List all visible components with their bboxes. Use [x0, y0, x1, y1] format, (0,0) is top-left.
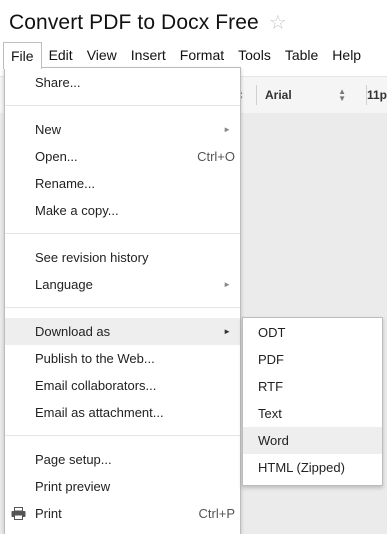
menu-tools[interactable]: Tools: [231, 42, 278, 68]
menu-table[interactable]: Table: [278, 42, 325, 68]
download-option-word[interactable]: Word: [243, 427, 382, 454]
submenu-arrow-icon: ►: [223, 327, 231, 336]
download-option-html-zipped[interactable]: HTML (Zipped): [243, 454, 382, 481]
menu-item-label: Rename...: [35, 176, 95, 191]
submenu-item-label: RTF: [258, 379, 284, 394]
font-size-value: 11pt: [367, 88, 387, 102]
arrow-down-icon: ▼: [338, 94, 346, 103]
menu-item-label: Make a copy...: [35, 203, 119, 218]
menu-item-page-setup[interactable]: Page setup...: [5, 446, 240, 473]
submenu-item-label: Word: [258, 433, 289, 448]
menu-item-label: Page setup...: [35, 452, 112, 467]
submenu-item-label: ODT: [258, 325, 286, 340]
submenu-arrow-icon: ►: [223, 125, 231, 134]
download-option-pdf[interactable]: PDF: [243, 346, 382, 373]
menu-item-label: Print: [35, 506, 62, 521]
star-icon[interactable]: ☆: [269, 13, 287, 33]
menu-item-label: Print preview: [35, 479, 111, 494]
font-size-select[interactable]: 11pt: [366, 85, 387, 105]
menu-item-download-as[interactable]: Download as ►: [5, 318, 240, 345]
printer-icon: [11, 507, 26, 523]
menu-item-label: Share...: [35, 75, 81, 90]
menu-item-make-copy[interactable]: Make a copy...: [5, 197, 240, 224]
menu-item-label: Download as: [35, 324, 111, 339]
download-option-text[interactable]: Text: [243, 400, 382, 427]
document-title-bar: Convert PDF to Docx Free ☆: [9, 8, 287, 38]
submenu-item-label: HTML (Zipped): [258, 460, 345, 475]
menu-item-new[interactable]: New ►: [5, 116, 240, 143]
menu-view[interactable]: View: [80, 42, 124, 68]
menu-item-label: Publish to the Web...: [35, 351, 155, 366]
menu-item-label: Email collaborators...: [35, 378, 157, 393]
submenu-arrow-icon: ►: [223, 280, 231, 289]
menu-item-revision-history[interactable]: See revision history: [5, 244, 240, 271]
menu-format[interactable]: Format: [173, 42, 231, 68]
download-option-rtf[interactable]: RTF: [243, 373, 382, 400]
menu-help[interactable]: Help: [325, 42, 368, 68]
submenu-item-label: PDF: [258, 352, 284, 367]
menu-item-language[interactable]: Language ►: [5, 271, 240, 298]
menu-item-share[interactable]: Share...: [5, 69, 240, 96]
font-family-value: Arial: [265, 88, 292, 102]
file-menu-dropdown: Share... New ► Open... Ctrl+O Rename... …: [4, 67, 241, 534]
shortcut-label: Ctrl+P: [198, 506, 235, 521]
menu-item-print[interactable]: Print Ctrl+P: [5, 500, 240, 527]
menu-item-print-preview[interactable]: Print preview: [5, 473, 240, 500]
menu-file[interactable]: File: [3, 42, 42, 69]
menu-divider: [5, 105, 240, 106]
menu-item-label: Email as attachment...: [35, 405, 164, 420]
menu-item-label: New: [35, 122, 62, 137]
document-title[interactable]: Convert PDF to Docx Free: [9, 11, 259, 35]
menu-item-email-attachment[interactable]: Email as attachment...: [5, 399, 240, 426]
shortcut-label: Ctrl+O: [197, 149, 235, 164]
font-select-arrows: ▲ ▼: [338, 88, 346, 103]
menu-item-rename[interactable]: Rename...: [5, 170, 240, 197]
submenu-item-label: Text: [258, 406, 282, 421]
menu-item-label: Language: [35, 277, 93, 292]
menu-bar: File Edit View Insert Format Tools Table…: [3, 42, 368, 69]
menu-insert[interactable]: Insert: [124, 42, 173, 68]
menu-divider: [5, 307, 240, 308]
download-as-submenu: ODT PDF RTF Text Word HTML (Zipped): [242, 317, 383, 486]
menu-item-label: See revision history: [35, 250, 149, 265]
menu-item-publish-web[interactable]: Publish to the Web...: [5, 345, 240, 372]
menu-item-label: Open...: [35, 149, 78, 164]
menu-item-open[interactable]: Open... Ctrl+O: [5, 143, 240, 170]
menu-divider: [5, 233, 240, 234]
menu-divider: [5, 435, 240, 436]
menu-item-email-collaborators[interactable]: Email collaborators...: [5, 372, 240, 399]
download-option-odt[interactable]: ODT: [243, 319, 382, 346]
font-family-select[interactable]: Arial ▲ ▼: [256, 85, 352, 105]
menu-edit[interactable]: Edit: [42, 42, 80, 68]
